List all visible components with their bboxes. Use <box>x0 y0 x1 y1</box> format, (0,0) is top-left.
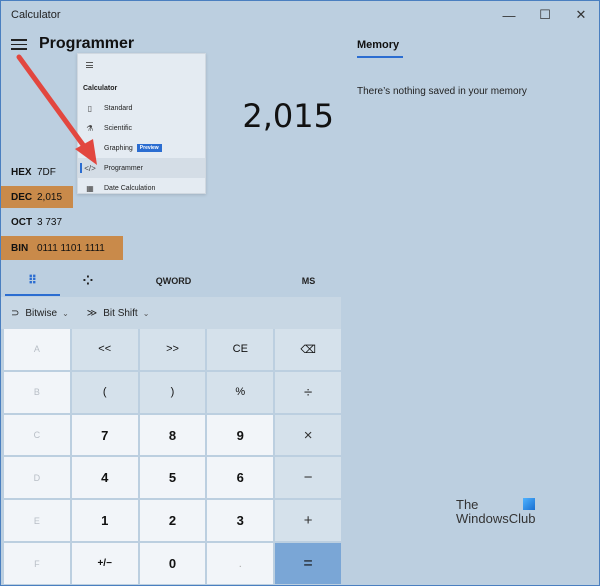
memory-empty-message: There’s nothing saved in your memory <box>357 86 527 97</box>
bitshift-label: Bit Shift <box>103 307 138 319</box>
key-b[interactable]: B <box>4 371 70 413</box>
maximize-button[interactable]: ☐ <box>531 5 559 25</box>
key-5[interactable]: 5 <box>139 457 206 499</box>
title-bar: Calculator — ☐ ✕ <box>1 1 599 31</box>
key-equals[interactable]: = <box>275 543 341 584</box>
mode-title: Programmer <box>39 35 135 52</box>
word-size-button[interactable]: QWORD <box>141 266 206 296</box>
minimize-button[interactable]: — <box>495 5 523 25</box>
key-2[interactable]: 2 <box>139 500 206 542</box>
calendar-icon: ▦ <box>86 183 94 193</box>
nav-item-label: Graphing <box>104 144 133 152</box>
graphing-icon: ⟋ <box>87 143 93 152</box>
key-decimal[interactable]: . <box>207 543 274 584</box>
key-4[interactable]: 4 <box>71 457 138 499</box>
bitwise-dropdown[interactable]: ⊃ Bitwise ⌄ <box>11 308 69 319</box>
key-f[interactable]: F <box>4 543 70 584</box>
bit-toggle-icon: ⁘ <box>82 273 94 288</box>
key-e[interactable]: E <box>4 500 70 542</box>
key-7[interactable]: 7 <box>71 414 138 456</box>
radix-label: HEX <box>11 166 32 178</box>
radix-value: 2,015 <box>37 191 63 203</box>
nav-item-date-calculation[interactable]: ▦ Date Calculation <box>78 178 205 198</box>
tab-full-keypad[interactable]: ⠿ <box>5 266 60 296</box>
key-modulo[interactable]: % <box>207 371 274 413</box>
key-clear-entry[interactable]: CE <box>207 329 274 370</box>
nav-item-label: Standard <box>104 104 133 112</box>
radix-label: BIN <box>11 242 29 254</box>
display-value: 2,015 <box>242 97 334 135</box>
key-6[interactable]: 6 <box>207 457 274 499</box>
nav-header: Calculator <box>83 85 118 92</box>
radix-oct[interactable]: OCT 3 737 <box>1 211 81 233</box>
radix-label: OCT <box>11 216 33 228</box>
key-open-paren[interactable]: ( <box>71 371 138 413</box>
chevron-down-icon: ⌄ <box>62 308 69 318</box>
calculator-window: Calculator — ☐ ✕ Programmer 2,015 HEX 7D… <box>0 0 600 586</box>
nav-item-graphing[interactable]: ⟋ Graphing Preview <box>78 138 205 158</box>
app-title: Calculator <box>11 9 61 21</box>
keypad: A << >> CE ⌫ B()% ÷ C 7 8 9 × D 4 5 6− E 1 2 3 + F +/− 0. = <box>4 329 341 584</box>
radix-value: 3 737 <box>37 216 63 228</box>
nav-item-label: Scientific <box>104 124 133 132</box>
tab-bit-toggling[interactable]: ⁘ <box>63 266 113 296</box>
key-negate[interactable]: +/− <box>71 543 138 584</box>
key-d[interactable]: D <box>4 457 70 499</box>
nav-item-label: Programmer <box>104 164 143 172</box>
nav-item-scientific[interactable]: ⚗ Scientific <box>78 118 205 138</box>
memory-tab[interactable]: Memory <box>357 39 399 51</box>
watermark-line2: WindowsClub <box>456 511 536 526</box>
radix-dec[interactable]: DEC 2,015 <box>1 186 73 208</box>
memory-tab-underline <box>357 56 403 58</box>
key-divide[interactable]: ÷ <box>275 371 341 413</box>
key-multiply[interactable]: × <box>275 414 341 456</box>
chevron-down-icon: ⌄ <box>142 308 150 318</box>
navigation-menu-overlay: Calculator ▯ Standard ⚗ Scientific ⟋ Gra… <box>77 53 206 194</box>
bitwise-label: Bitwise <box>25 307 58 319</box>
key-right-shift[interactable]: >> <box>139 329 206 370</box>
key-0[interactable]: 0 <box>139 543 206 584</box>
key-1[interactable]: 1 <box>71 500 138 542</box>
radix-hex[interactable]: HEX 7DF <box>1 161 71 183</box>
scientific-icon: ⚗ <box>86 123 94 133</box>
key-a[interactable]: A <box>4 329 70 370</box>
memory-store-button[interactable]: MS <box>286 266 331 296</box>
key-close-paren[interactable]: ) <box>139 371 206 413</box>
radix-bin[interactable]: BIN 0111 1101 1111 <box>1 236 123 260</box>
bit-shift-icon: ≫ <box>86 307 98 319</box>
key-backspace[interactable]: ⌫ <box>275 329 341 370</box>
preview-badge: Preview <box>136 144 162 152</box>
keypad-icon: ⠿ <box>27 273 38 287</box>
nav-item-standard[interactable]: ▯ Standard <box>78 98 205 118</box>
radix-value: 0111 1101 1111 <box>37 242 105 254</box>
hamburger-icon[interactable] <box>86 62 93 70</box>
key-add[interactable]: + <box>275 500 341 542</box>
close-button[interactable]: ✕ <box>567 5 595 25</box>
operations-bar: ⊃ Bitwise ⌄ ≫ Bit Shift ⌄ <box>1 297 341 329</box>
radix-label: DEC <box>11 191 33 203</box>
logic-gate-icon: ⊃ <box>11 307 20 319</box>
key-9[interactable]: 9 <box>207 414 274 456</box>
bitshift-dropdown[interactable]: ≫ Bit Shift ⌄ <box>87 308 150 319</box>
key-c[interactable]: C <box>4 414 70 456</box>
key-8[interactable]: 8 <box>139 414 206 456</box>
standard-icon: ▯ <box>87 103 93 113</box>
key-3[interactable]: 3 <box>207 500 274 542</box>
radix-value: 7DF <box>37 166 56 178</box>
keypad-tabbar: ⠿ ⁘ QWORD MS <box>1 266 341 296</box>
key-subtract[interactable]: − <box>275 457 341 499</box>
nav-item-programmer[interactable]: </> Programmer <box>78 158 205 178</box>
key-left-shift[interactable]: << <box>71 329 138 370</box>
windowsclub-logo-icon <box>523 498 535 510</box>
nav-item-label: Date Calculation <box>104 184 156 192</box>
hamburger-icon[interactable] <box>11 39 27 51</box>
code-icon: </> <box>84 163 96 173</box>
